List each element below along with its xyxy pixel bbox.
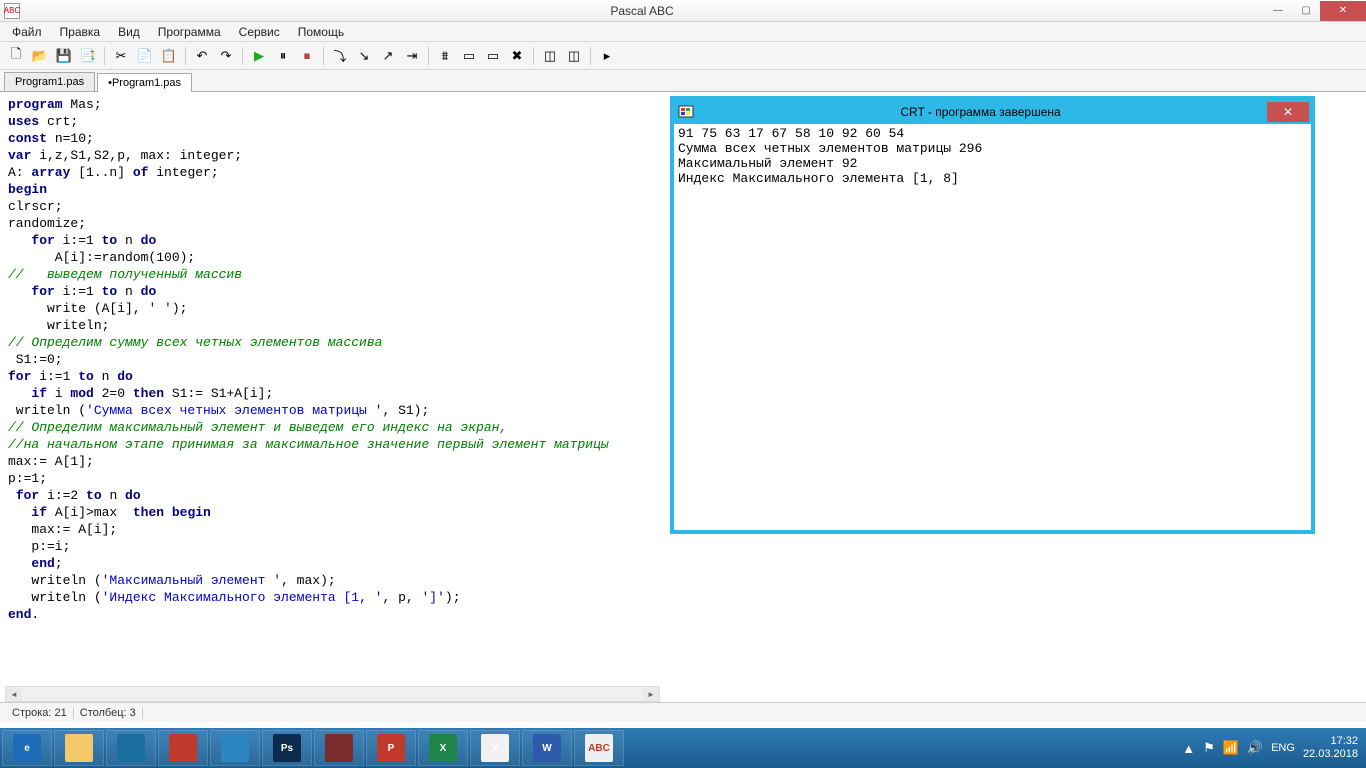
wmp-icon: [117, 734, 145, 762]
tray-action-icon[interactable]: ⚑: [1203, 740, 1215, 756]
toolbar-separator: [533, 47, 534, 65]
abc-icon: ABC: [585, 734, 613, 762]
stepin-button[interactable]: ↘: [354, 46, 374, 66]
taskbar-app-explorer[interactable]: [54, 730, 104, 766]
toolbar-separator: [242, 47, 243, 65]
toolbar: 🗋📂💾📑✂📄📋↶↷▶⏸⏹⤵↘↗⇥⩩▭▭✖◫◫▸: [0, 42, 1366, 70]
taskbar: e Ps PXYW ABC ▲ ⚑ 📶 🔊 ENG 17:32 22.03.2018: [0, 728, 1366, 768]
power-icon: [169, 734, 197, 762]
crt-title: CRT - программа завершена: [694, 105, 1267, 119]
stepto-button[interactable]: ⇥: [402, 46, 422, 66]
tray-flag-icon[interactable]: ▲: [1182, 741, 1195, 756]
window-title: Pascal ABC: [20, 4, 1264, 18]
menu-вид[interactable]: Вид: [110, 23, 148, 41]
excel-icon: X: [429, 734, 457, 762]
undo-button[interactable]: ↶: [192, 46, 212, 66]
ya-icon: Y: [481, 734, 509, 762]
taskbar-app-pp[interactable]: P: [366, 730, 416, 766]
unknown-icon: [325, 734, 353, 762]
taskbar-app-excel[interactable]: X: [418, 730, 468, 766]
breakdel-button[interactable]: ✖: [507, 46, 527, 66]
tray-language[interactable]: ENG: [1271, 742, 1295, 754]
open-button[interactable]: 📂: [30, 46, 50, 66]
scroll-right-icon[interactable]: ►: [643, 687, 659, 701]
cut-button[interactable]: ✂: [111, 46, 131, 66]
toolbar-separator: [590, 47, 591, 65]
toolbar-separator: [104, 47, 105, 65]
paste-button[interactable]: 📋: [159, 46, 179, 66]
crt-window: CRT - программа завершена ✕ 91 75 63 17 …: [670, 96, 1315, 534]
taskbar-app-word[interactable]: W: [522, 730, 572, 766]
tab-bar: Program1.pas•Program1.pas: [0, 70, 1366, 92]
copy-button[interactable]: 📄: [135, 46, 155, 66]
tray-network-icon[interactable]: 📶: [1223, 740, 1239, 756]
vars-button[interactable]: ⩩: [435, 46, 455, 66]
menu-сервис[interactable]: Сервис: [231, 23, 288, 41]
taskbar-app-desktop[interactable]: [210, 730, 260, 766]
taskbar-app-ya[interactable]: Y: [470, 730, 520, 766]
stepover-button[interactable]: ⤵: [330, 46, 350, 66]
crt-icon: [678, 104, 694, 120]
ex-button[interactable]: ▸: [597, 46, 617, 66]
status-bar: Строка: 21 Столбец: 3: [0, 702, 1366, 722]
menu-файл[interactable]: Файл: [4, 23, 50, 41]
minimize-button[interactable]: —: [1264, 1, 1292, 21]
editor-area: program Mas;uses crt;const n=10;var i,z,…: [0, 92, 1366, 702]
crt-title-bar[interactable]: CRT - программа завершена ✕: [674, 100, 1311, 124]
status-line: Строка: 21: [6, 707, 74, 719]
new-button[interactable]: 🗋: [6, 46, 26, 66]
tray-time: 17:32: [1303, 735, 1358, 748]
tray-volume-icon[interactable]: 🔊: [1247, 740, 1263, 756]
redo-button[interactable]: ↷: [216, 46, 236, 66]
win2-button[interactable]: ◫: [564, 46, 584, 66]
app-icon: ABC: [4, 3, 20, 19]
menu-программа[interactable]: Программа: [150, 23, 229, 41]
taskbar-app-wmp[interactable]: [106, 730, 156, 766]
ps-icon: Ps: [273, 734, 301, 762]
crt-output: 91 75 63 17 67 58 10 92 60 54 Сумма всех…: [674, 124, 1311, 188]
tray-date: 22.03.2018: [1303, 748, 1358, 761]
window-controls: — ▢ ✕: [1264, 1, 1366, 21]
taskbar-app-ps[interactable]: Ps: [262, 730, 312, 766]
menu-правка[interactable]: Правка: [52, 23, 109, 41]
toolbar-separator: [323, 47, 324, 65]
menu-помощь[interactable]: Помощь: [290, 23, 352, 41]
watch-button[interactable]: ▭: [459, 46, 479, 66]
win1-button[interactable]: ◫: [540, 46, 560, 66]
title-bar: ABC Pascal ABC — ▢ ✕: [0, 0, 1366, 22]
tray-clock[interactable]: 17:32 22.03.2018: [1303, 735, 1358, 761]
stepout-button[interactable]: ↗: [378, 46, 398, 66]
horizontal-scrollbar[interactable]: ◄ ►: [5, 686, 660, 702]
menu-bar: ФайлПравкаВидПрограммаСервисПомощь: [0, 22, 1366, 42]
taskbar-app-ie[interactable]: e: [2, 730, 52, 766]
scroll-track[interactable]: [22, 687, 643, 701]
saveall-button[interactable]: 📑: [78, 46, 98, 66]
file-tab[interactable]: •Program1.pas: [97, 73, 192, 92]
ie-icon: e: [13, 734, 41, 762]
crt-close-button[interactable]: ✕: [1267, 102, 1309, 122]
desktop-icon: [221, 734, 249, 762]
taskbar-app-unknown[interactable]: [314, 730, 364, 766]
system-tray: ▲ ⚑ 📶 🔊 ENG 17:32 22.03.2018: [1182, 735, 1366, 761]
file-tab[interactable]: Program1.pas: [4, 72, 95, 91]
explorer-icon: [65, 734, 93, 762]
status-column: Столбец: 3: [74, 707, 143, 719]
save-button[interactable]: 💾: [54, 46, 74, 66]
scroll-left-icon[interactable]: ◄: [6, 687, 22, 701]
close-button[interactable]: ✕: [1320, 1, 1366, 21]
run-button[interactable]: ▶: [249, 46, 269, 66]
taskbar-app-power[interactable]: [158, 730, 208, 766]
toolbar-separator: [185, 47, 186, 65]
maximize-button[interactable]: ▢: [1292, 1, 1320, 21]
pp-icon: P: [377, 734, 405, 762]
toolbar-separator: [428, 47, 429, 65]
stop-button[interactable]: ⏹: [297, 46, 317, 66]
pause-button[interactable]: ⏸: [273, 46, 293, 66]
breaks-button[interactable]: ▭: [483, 46, 503, 66]
code-editor[interactable]: program Mas;uses crt;const n=10;var i,z,…: [8, 96, 658, 686]
word-icon: W: [533, 734, 561, 762]
taskbar-app-abc[interactable]: ABC: [574, 730, 624, 766]
